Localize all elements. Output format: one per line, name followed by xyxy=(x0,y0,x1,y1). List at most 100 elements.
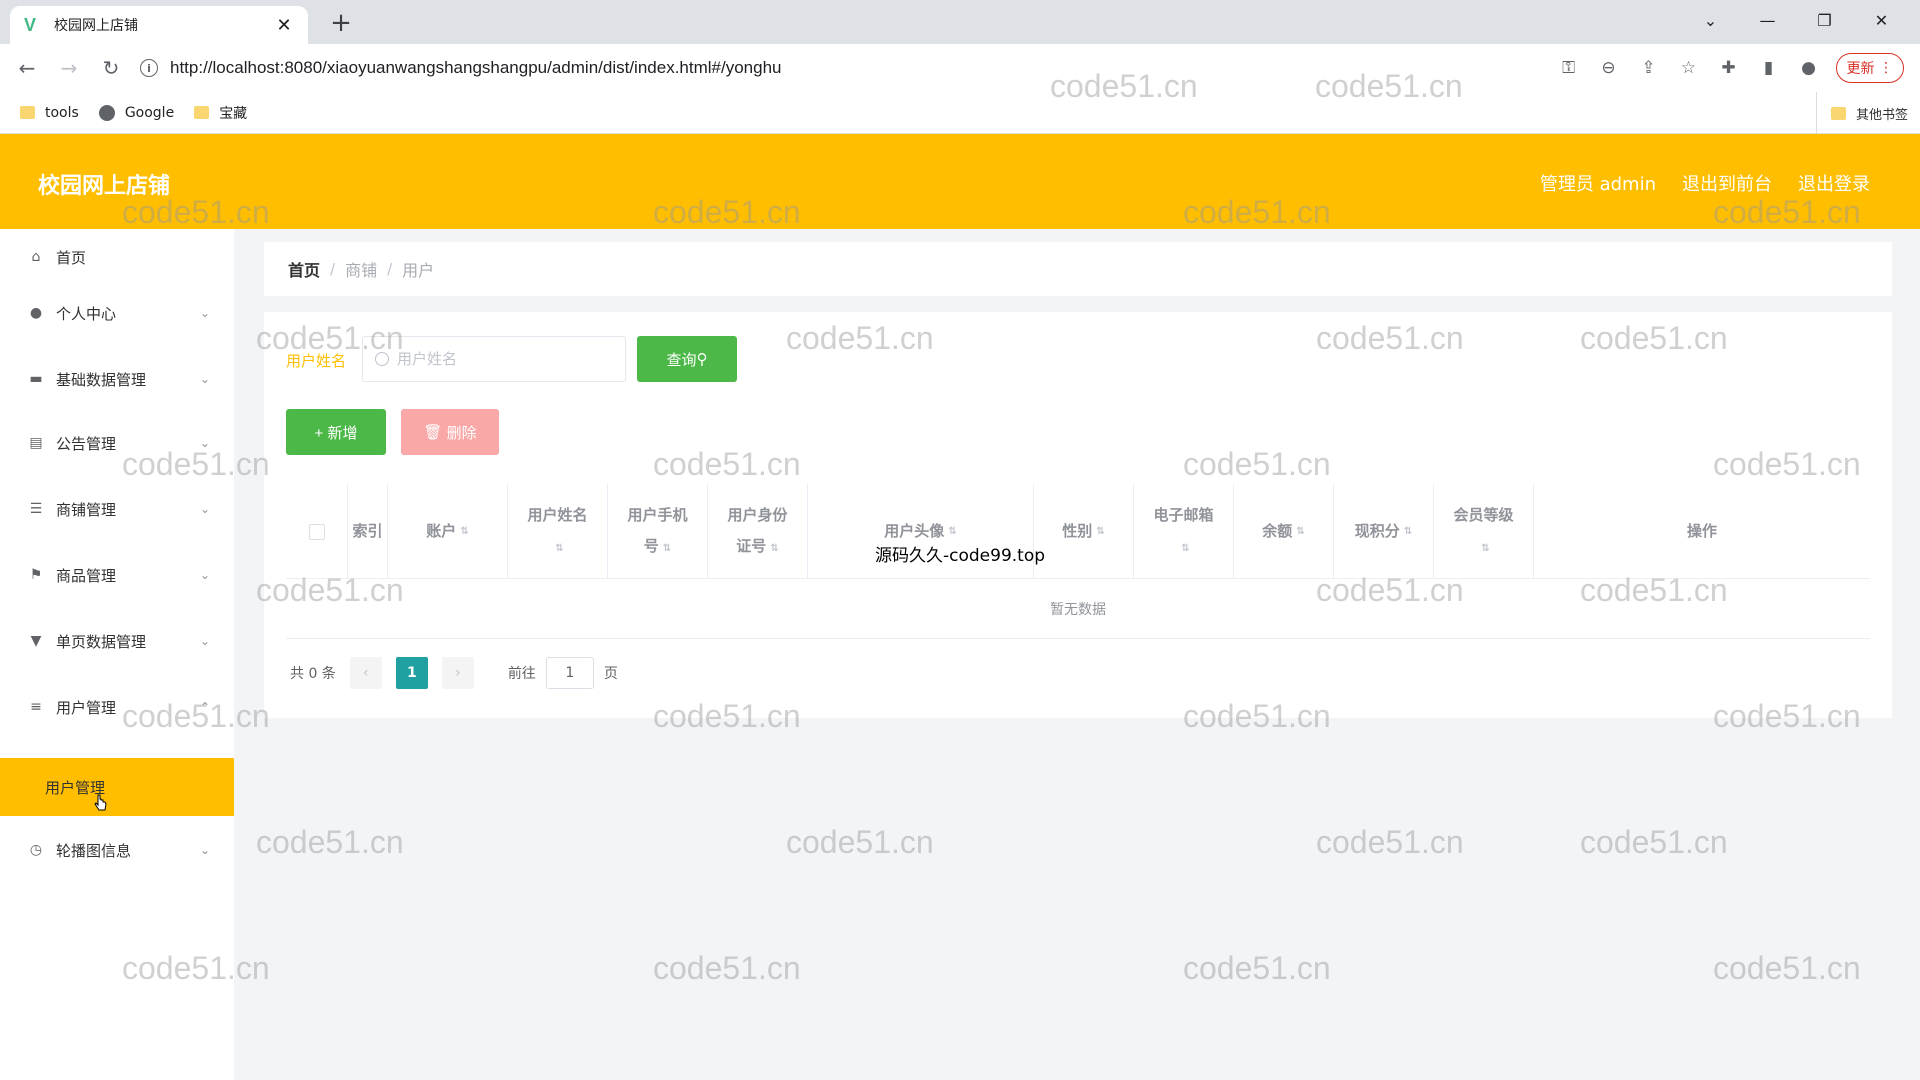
bookmarks-bar: tools Google 宝藏 其他书签 xyxy=(0,92,1920,134)
menu-icon: ≡ xyxy=(30,699,42,715)
column-header-sortable[interactable]: 用户姓名 ⇅ xyxy=(508,484,608,579)
tab-close-icon[interactable]: ✕ xyxy=(274,15,294,36)
overlay-watermark-text: 源码久久-code99.top xyxy=(875,546,1046,566)
site-info-icon[interactable]: i xyxy=(140,59,158,77)
sidebar-item-label: 商品管理 xyxy=(56,566,117,585)
sidebar-item-single-page[interactable]: ▼ 单页数据管理 ⌄ xyxy=(0,613,234,669)
tab-search-icon[interactable]: ⌄ xyxy=(1682,0,1739,40)
add-button[interactable]: + 新增 xyxy=(286,409,386,455)
sidebar-item-notice[interactable]: ▤ 公告管理 ⌄ xyxy=(0,415,234,471)
sort-caret-icon[interactable]: ⇅ xyxy=(460,516,468,547)
close-window-icon[interactable]: ✕ xyxy=(1853,0,1910,40)
folder-icon xyxy=(194,106,210,119)
column-level-label: 会员等级 xyxy=(1453,505,1514,524)
column-points-label: 现积分 xyxy=(1354,522,1400,540)
search-input[interactable] xyxy=(397,350,617,368)
watermark: code51.cn xyxy=(256,824,404,860)
back-icon[interactable]: ← xyxy=(12,53,42,83)
sidebar-item-label: 单页数据管理 xyxy=(56,632,147,651)
breadcrumb-shop[interactable]: 商铺 xyxy=(345,257,377,281)
breadcrumb-home[interactable]: 首页 xyxy=(288,257,320,281)
column-header-sortable[interactable]: 账户 ⇅ xyxy=(388,484,508,579)
window-controls: ⌄ — ❐ ✕ xyxy=(1682,0,1910,40)
column-header-sortable[interactable]: 性别 ⇅ xyxy=(1034,484,1134,579)
update-button[interactable]: 更新 ⋮ xyxy=(1835,53,1904,83)
breadcrumb-users: 用户 xyxy=(402,261,435,280)
pagination-total: 共 0 条 xyxy=(290,666,336,682)
other-bookmarks[interactable]: 其他书签 xyxy=(1815,92,1908,134)
restore-icon[interactable]: ❐ xyxy=(1796,0,1853,40)
sidebar-item-label: 公告管理 xyxy=(56,434,117,453)
new-tab-button[interactable]: + xyxy=(326,8,356,38)
column-balance-label: 余额 xyxy=(1262,522,1293,540)
column-header-sortable[interactable]: 用户手机号 ⇅ xyxy=(608,484,708,579)
select-all-checkbox[interactable] xyxy=(308,523,325,540)
chevron-up-icon: ⌃ xyxy=(199,700,211,714)
query-button[interactable]: 查询 ⚲ xyxy=(637,336,737,382)
key-icon[interactable]: ⚿ xyxy=(1556,55,1582,81)
folder-icon xyxy=(20,106,35,119)
share-icon[interactable]: ⇪ xyxy=(1636,55,1662,81)
page-number-button[interactable]: 1 xyxy=(395,657,428,689)
column-header-sortable[interactable]: 现积分 ⇅ xyxy=(1334,484,1434,579)
bookmark-tools[interactable]: tools xyxy=(20,105,79,121)
sidebar-subitem-user-management[interactable]: 用户管理 xyxy=(0,758,234,816)
reload-icon[interactable]: ↻ xyxy=(96,53,126,83)
sort-caret-icon[interactable]: ⇅ xyxy=(663,543,671,554)
sidebar-item-home[interactable]: ⌂ 首页 xyxy=(0,229,234,285)
goto-suffix: 页 xyxy=(603,666,618,682)
back-to-front-link[interactable]: 退出到前台 xyxy=(1682,170,1772,196)
sort-caret-icon[interactable]: ⇅ xyxy=(1296,516,1304,547)
column-header-sortable[interactable]: 用户身份证号 ⇅ xyxy=(708,484,808,579)
sort-caret-icon[interactable]: ⇅ xyxy=(770,543,778,554)
trash-icon: 🗑 xyxy=(423,424,447,441)
minimize-icon[interactable]: — xyxy=(1739,0,1796,40)
sidebar-item-personal[interactable]: ● 个人中心 ⌄ xyxy=(0,285,234,341)
empty-text: 暂无数据 xyxy=(1050,601,1106,618)
search-input-wrapper[interactable] xyxy=(362,336,626,382)
sidebar-item-users[interactable]: ≡ 用户管理 ⌃ xyxy=(0,679,234,735)
goto-page-input[interactable] xyxy=(545,657,594,689)
flag-icon: ⚑ xyxy=(29,567,43,583)
admin-label: 管理员 admin xyxy=(1539,174,1656,195)
sidebar-item-carousel[interactable]: ◷ 轮播图信息 ⌄ xyxy=(0,822,234,878)
column-header-sortable[interactable]: 电子邮箱 ⇅ xyxy=(1134,484,1234,579)
star-icon[interactable]: ☆ xyxy=(1676,55,1702,81)
address-bar[interactable]: i http://localhost:8080/xiaoyuanwangshan… xyxy=(140,50,1310,86)
sort-caret-icon[interactable]: ⇅ xyxy=(1404,516,1412,547)
column-header-sortable[interactable]: 余额 ⇅ xyxy=(1234,484,1334,579)
column-header-sortable[interactable]: 会员等级 ⇅ xyxy=(1434,484,1534,579)
chevron-down-icon: ⌄ xyxy=(199,843,211,857)
table-empty-row: 暂无数据 xyxy=(286,579,1870,639)
url-text[interactable]: http://localhost:8080/xiaoyuanwangshangs… xyxy=(170,58,781,78)
zoom-out-icon[interactable]: ⊖ xyxy=(1596,55,1622,81)
column-account-label: 账户 xyxy=(426,522,457,540)
watermark: code51.cn xyxy=(653,950,801,986)
column-gender-label: 性别 xyxy=(1062,522,1093,540)
sidebar-item-label: 商铺管理 xyxy=(56,500,117,519)
browser-tab[interactable]: V 校园网上店铺 ✕ xyxy=(10,6,308,44)
chevron-down-icon: ⌄ xyxy=(199,306,211,320)
logout-link[interactable]: 退出登录 xyxy=(1798,170,1870,196)
forward-icon[interactable]: → xyxy=(54,53,84,83)
sort-caret-icon[interactable]: ⇅ xyxy=(1481,543,1489,554)
sort-caret-icon[interactable]: ⇅ xyxy=(1096,516,1104,547)
sidebar-item-goods[interactable]: ⚑ 商品管理 ⌄ xyxy=(0,547,234,603)
profile-icon[interactable]: ● xyxy=(1796,55,1822,81)
prev-page-button[interactable]: ‹ xyxy=(349,657,382,689)
tab-title: 校园网上店铺 xyxy=(54,18,138,34)
sidepanel-icon[interactable]: ▮ xyxy=(1756,55,1782,81)
column-level-wrap: 会员等级 ⇅ xyxy=(1453,500,1513,564)
bookmark-google[interactable]: Google xyxy=(98,104,174,121)
sidebar: ⌂ 首页 ● 个人中心 ⌄ ▬ 基础数据管理 ⌄ ▤ 公告管理 ⌄ ☰ 商铺管理… xyxy=(0,229,234,1080)
next-page-button[interactable]: › xyxy=(441,657,474,689)
sidebar-item-shop[interactable]: ☰ 商铺管理 ⌄ xyxy=(0,481,234,537)
sort-caret-icon[interactable]: ⇅ xyxy=(1181,543,1189,554)
breadcrumb-separator: / xyxy=(387,260,393,278)
bookmark-treasure[interactable]: 宝藏 xyxy=(194,103,247,123)
sidebar-item-basic-data[interactable]: ▬ 基础数据管理 ⌄ xyxy=(0,351,234,407)
delete-button[interactable]: 🗑 删除 xyxy=(401,409,499,455)
sort-caret-icon[interactable]: ⇅ xyxy=(555,543,563,554)
extensions-icon[interactable]: ✚ xyxy=(1716,55,1742,81)
clipboard-icon: ▤ xyxy=(29,435,43,451)
